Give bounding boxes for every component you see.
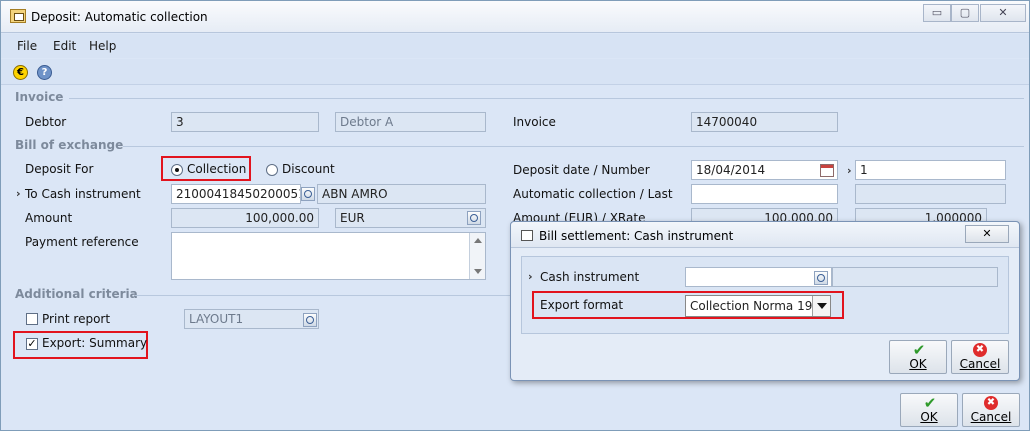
chevron-right-icon: › [16, 187, 21, 200]
dialog-close-button[interactable]: ✕ [965, 225, 1009, 243]
debtor-code-field[interactable]: 3 [171, 112, 319, 132]
checkmark-icon: ✔ [912, 341, 926, 359]
invoice-label: Invoice [513, 115, 556, 129]
calendar-icon[interactable] [820, 164, 834, 177]
payment-reference-textarea[interactable] [171, 232, 486, 280]
cancel-icon: ✖ [984, 396, 998, 410]
menu-file[interactable]: File [17, 39, 37, 53]
cancel-button-label: Cancel [970, 410, 1012, 424]
currency-field[interactable]: EUR [335, 208, 486, 228]
lookup-icon[interactable] [303, 313, 317, 327]
ok-button-label: OK [920, 410, 938, 424]
dialog-title-bar: Bill settlement: Cash instrument ✕ [511, 222, 1019, 248]
main-window: Deposit: Automatic collection ▭ ▢ ✕ File… [0, 0, 1030, 431]
scroll-up-icon[interactable] [474, 238, 482, 243]
print-report-label[interactable]: Print report [42, 312, 110, 326]
minimize-button[interactable]: ▭ [923, 4, 951, 22]
amount-label: Amount [25, 211, 73, 225]
lookup-icon[interactable] [301, 187, 315, 201]
chevron-down-icon[interactable] [812, 296, 830, 316]
section-divider [69, 98, 1024, 99]
export-summary-checkbox[interactable]: ✓ [26, 338, 38, 350]
export-summary-label[interactable]: Export: Summary [42, 336, 147, 350]
ok-button-label: OK [909, 357, 927, 371]
layout-field[interactable]: LAYOUT1 [184, 309, 319, 329]
last-collection-field [855, 184, 1006, 204]
deposit-date-field[interactable]: 18/04/2014 [691, 160, 838, 180]
deposit-for-label: Deposit For [25, 162, 94, 176]
section-divider [123, 146, 1024, 147]
dialog-title: Bill settlement: Cash instrument [539, 229, 734, 243]
collection-label[interactable]: Collection [187, 162, 246, 176]
toolbar: € ? [1, 59, 1029, 85]
discount-radio[interactable] [266, 164, 278, 176]
cancel-button-label: Cancel [959, 357, 1001, 371]
deposit-number-field[interactable]: 1 [855, 160, 1006, 180]
cancel-icon: ✖ [973, 343, 987, 357]
title-bar: Deposit: Automatic collection ▭ ▢ ✕ [1, 1, 1029, 33]
lookup-icon[interactable] [814, 271, 828, 285]
menu-help[interactable]: Help [89, 39, 116, 53]
menu-bar: File Edit Help [1, 34, 1029, 58]
window-title: Deposit: Automatic collection [31, 10, 208, 24]
cash-instrument-label: To Cash instrument [25, 187, 141, 201]
payment-reference-label: Payment reference [25, 235, 139, 249]
section-additional-criteria: Additional criteria [15, 287, 138, 301]
chevron-right-icon: › [528, 270, 533, 283]
cancel-button[interactable]: ✖ Cancel [962, 393, 1020, 427]
help-icon[interactable]: ? [37, 65, 52, 80]
euro-icon[interactable]: € [13, 65, 28, 80]
close-button[interactable]: ✕ [980, 4, 1026, 22]
dialog-icon [521, 230, 533, 241]
cash-instrument-name-field: ABN AMRO [317, 184, 486, 204]
invoice-number-field[interactable]: 14700040 [691, 112, 838, 132]
section-invoice: Invoice [15, 90, 64, 104]
print-report-checkbox[interactable] [26, 313, 38, 325]
cash-instrument-field[interactable]: 21000418450200051 [171, 184, 301, 204]
dialog-cancel-button[interactable]: ✖ Cancel [951, 340, 1009, 374]
checkmark-icon: ✔ [923, 394, 937, 412]
lookup-icon[interactable] [467, 211, 481, 225]
export-format-label: Export format [540, 298, 624, 312]
restore-button[interactable]: ▢ [951, 4, 979, 22]
discount-label[interactable]: Discount [282, 162, 335, 176]
dialog-cash-instrument-label: Cash instrument [540, 270, 640, 284]
menu-edit[interactable]: Edit [53, 39, 76, 53]
debtor-name-field: Debtor A [335, 112, 486, 132]
dialog-panel: › Cash instrument Export format Collecti… [521, 256, 1009, 334]
section-divider [135, 295, 513, 296]
deposit-date-label: Deposit date / Number [513, 163, 650, 177]
amount-field[interactable]: 100,000.00 [171, 208, 319, 228]
scroll-down-icon[interactable] [474, 269, 482, 274]
dialog-cash-instrument-field[interactable] [685, 267, 832, 287]
dialog-ok-button[interactable]: ✔ OK [889, 340, 947, 374]
ok-button[interactable]: ✔ OK [900, 393, 958, 427]
app-icon [10, 9, 26, 23]
debtor-label: Debtor [25, 115, 67, 129]
scrollbar[interactable] [469, 233, 485, 279]
export-format-select[interactable]: Collection Norma 19 [685, 295, 831, 317]
chevron-right-icon: › [847, 164, 852, 177]
collection-radio[interactable] [171, 164, 183, 176]
section-bill-of-exchange: Bill of exchange [15, 138, 124, 152]
auto-collection-label: Automatic collection / Last [513, 187, 673, 201]
auto-collection-field[interactable] [691, 184, 838, 204]
bill-settlement-dialog: Bill settlement: Cash instrument ✕ › Cas… [510, 221, 1020, 381]
dialog-cash-instrument-name-field [832, 267, 998, 287]
